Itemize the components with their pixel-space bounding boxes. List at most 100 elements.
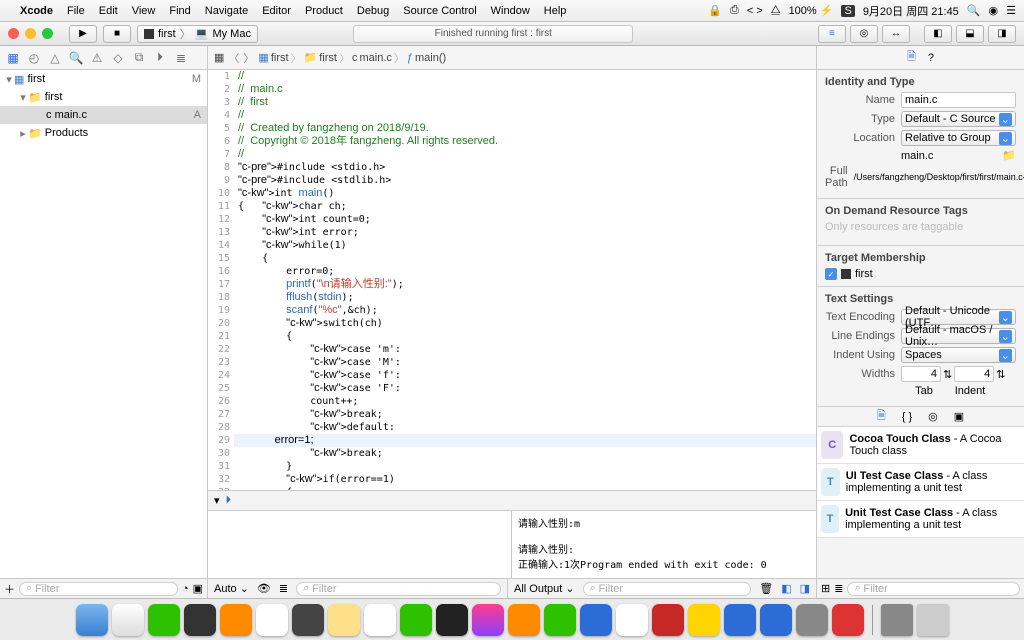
navigator-filter[interactable]: ⌕ Filter <box>19 582 178 596</box>
dock-reminders[interactable] <box>256 604 288 636</box>
symbol-navigator-tab[interactable]: △ <box>46 51 64 65</box>
dock-downloads[interactable] <box>881 604 913 636</box>
menubar-clock[interactable]: 9月20日 周四 21:45 <box>863 3 959 19</box>
target-checkbox[interactable]: ✓ <box>825 268 837 280</box>
list-icon[interactable]: ≣ <box>834 582 843 595</box>
standard-editor-button[interactable]: ≡ <box>818 25 846 43</box>
console-output[interactable]: 请输入性别:m 请输入性别: 正确输入:1次Program ended with… <box>512 511 816 580</box>
menu-debug[interactable]: Debug <box>357 5 389 17</box>
toggle-navigator-button[interactable]: ◧ <box>924 25 952 43</box>
source-control-navigator-tab[interactable]: ◴ <box>25 51 43 65</box>
group-row[interactable]: ▾📁 first <box>0 88 207 106</box>
grid-icon[interactable]: ⊞ <box>821 582 830 595</box>
variables-filter[interactable]: ⌕ Filter <box>296 582 501 596</box>
breakpoint-toggle-icon[interactable]: ⏵ <box>226 494 232 507</box>
lock-icon[interactable]: 🔒 <box>708 4 722 17</box>
stop-button[interactable]: ■ <box>103 25 131 43</box>
file-template-library-tab[interactable]: 🗎 <box>877 407 886 426</box>
output-scope-select[interactable]: All Output ⌄ <box>514 582 575 595</box>
crumb-symbol[interactable]: main() <box>415 52 446 64</box>
menu-help[interactable]: Help <box>544 5 567 17</box>
source-code[interactable]: // // main.c // first // // Created by f… <box>234 70 816 490</box>
source-editor[interactable]: 1234567891011121314151617181920212223242… <box>208 70 816 490</box>
show-console-icon[interactable]: ◨ <box>800 582 810 595</box>
type-select[interactable]: Default - C Source⌄ <box>901 111 1016 127</box>
dock-messages[interactable] <box>400 604 432 636</box>
menu-edit[interactable]: Edit <box>99 5 118 17</box>
dock-itunes[interactable] <box>472 604 504 636</box>
zoom-window-button[interactable] <box>42 28 53 39</box>
add-icon[interactable]: ＋ <box>4 581 15 597</box>
console-filter[interactable]: ⌕ Filter <box>583 582 752 596</box>
trash-icon[interactable]: 🗑 <box>759 582 773 595</box>
quicklook-icon[interactable]: ≣ <box>279 582 288 595</box>
minimize-window-button[interactable] <box>25 28 36 39</box>
name-field[interactable]: main.c <box>901 92 1016 108</box>
scm-filter-icon[interactable]: ▣ <box>193 582 203 595</box>
eye-icon[interactable]: 👁 <box>257 582 271 595</box>
project-row[interactable]: ▾▦ first M <box>0 70 207 88</box>
location-select[interactable]: Relative to Group⌄ <box>901 130 1016 146</box>
version-editor-button[interactable]: ↔ <box>882 25 910 43</box>
dock-keynote[interactable] <box>580 604 612 636</box>
dock-qqmusic[interactable] <box>688 604 720 636</box>
dock-safari[interactable] <box>112 604 144 636</box>
crumb-group[interactable]: first <box>319 52 337 64</box>
dock-ibooks[interactable] <box>220 604 252 636</box>
dock-numbers[interactable] <box>544 604 576 636</box>
indent-width-field[interactable]: 4 <box>954 366 994 382</box>
dock-notes[interactable] <box>328 604 360 636</box>
dock-appstore[interactable] <box>760 604 792 636</box>
toggle-debug-button[interactable]: ⬓ <box>956 25 984 43</box>
search-icon[interactable]: 🔍 <box>967 4 981 17</box>
find-navigator-tab[interactable]: 🔍 <box>67 51 85 65</box>
dock-dashboard[interactable] <box>292 604 324 636</box>
hide-debug-icon[interactable]: ▾ <box>214 494 220 507</box>
menu-editor[interactable]: Editor <box>262 5 291 17</box>
menu-file[interactable]: File <box>67 5 85 17</box>
library-item[interactable]: CCocoa Touch Class - A Cocoa Touch class <box>817 427 1024 464</box>
toggle-inspector-button[interactable]: ◨ <box>988 25 1016 43</box>
issue-navigator-tab[interactable]: ⚠ <box>88 51 106 65</box>
jump-bar[interactable]: ▦ first〉 📁 first〉 c main.c〉 ƒ main() <box>258 50 446 66</box>
dock-netease[interactable] <box>652 604 684 636</box>
siri-icon[interactable]: ◉ <box>989 4 999 17</box>
notifications-icon[interactable]: ☰ <box>1006 4 1016 17</box>
crumb-file[interactable]: main.c <box>359 52 391 64</box>
project-navigator-tab[interactable]: ▦ <box>4 51 22 65</box>
library-item[interactable]: TUI Test Case Class - A class implementi… <box>817 464 1024 501</box>
variables-view[interactable] <box>208 511 512 580</box>
dock-calendar[interactable] <box>364 604 396 636</box>
breakpoint-navigator-tab[interactable]: ⏵ <box>151 50 169 65</box>
report-navigator-tab[interactable]: ≣ <box>172 51 190 65</box>
object-library-tab[interactable]: ◎ <box>928 410 938 423</box>
menu-product[interactable]: Product <box>305 5 343 17</box>
close-window-button[interactable] <box>8 28 19 39</box>
auto-scope-select[interactable]: Auto ⌄ <box>214 582 249 595</box>
library-filter[interactable]: ⌕ Filter <box>847 582 1020 596</box>
code-icon[interactable]: < > <box>747 5 763 17</box>
menu-view[interactable]: View <box>132 5 156 17</box>
menu-find[interactable]: Find <box>169 5 190 17</box>
battery-status[interactable]: 100% ⚡ <box>789 4 834 17</box>
recent-icon[interactable]: ◔ <box>182 583 189 595</box>
encoding-select[interactable]: Default - Unicode (UTF…⌄ <box>901 309 1016 325</box>
tab-width-field[interactable]: 4 <box>901 366 941 382</box>
scheme-selector[interactable]: first 〉 💻 My Mac <box>137 25 258 43</box>
dock-pages[interactable] <box>508 604 540 636</box>
menu-window[interactable]: Window <box>491 5 530 17</box>
folder-choose-icon[interactable]: 📁 <box>1002 149 1016 162</box>
nav-back-button[interactable]: 〈 <box>228 50 239 66</box>
nav-forward-button[interactable]: 〉 <box>243 50 254 66</box>
dock-siri[interactable] <box>436 604 468 636</box>
file-row-main-c[interactable]: c main.c A <box>0 106 207 124</box>
test-navigator-tab[interactable]: ◇ <box>109 51 127 65</box>
crumb-project[interactable]: first <box>271 52 289 64</box>
stepper-icon[interactable]: ⇅ <box>943 368 952 381</box>
show-vars-icon[interactable]: ◧ <box>781 582 791 595</box>
code-snippet-library-tab[interactable]: { } <box>902 411 912 423</box>
dock-xcode[interactable] <box>724 604 756 636</box>
dock-prefs[interactable] <box>796 604 828 636</box>
printer-icon[interactable]: ⎙ <box>730 4 739 17</box>
debug-navigator-tab[interactable]: ⧉ <box>130 50 148 65</box>
